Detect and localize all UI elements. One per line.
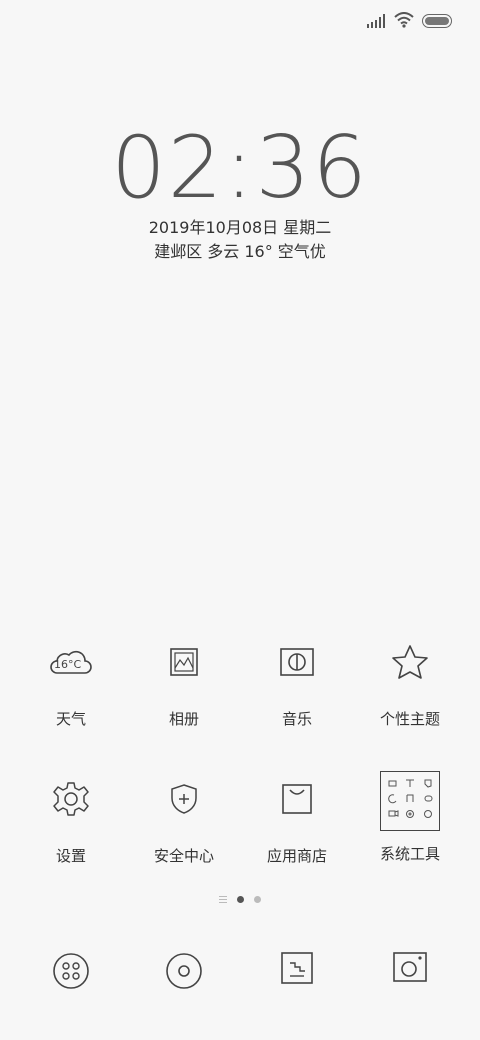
- shield-icon: [170, 783, 198, 819]
- dock-browser[interactable]: [237, 952, 357, 988]
- page-indicator[interactable]: [0, 896, 480, 903]
- app-label: 相册: [168, 710, 199, 728]
- app-label: 系统工具: [379, 845, 440, 863]
- app-gallery[interactable]: 相册: [124, 632, 244, 729]
- app-themes[interactable]: 个性主题: [350, 632, 470, 729]
- home-screen: 02:36 2019年10月08日 星期二 建邺区 多云 16° 空气优 16°…: [0, 0, 480, 1040]
- status-bar: [0, 0, 480, 40]
- minus-one-screen-indicator: [219, 896, 227, 903]
- dock-messages[interactable]: [124, 952, 244, 994]
- app-label: 音乐: [281, 710, 312, 728]
- app-music[interactable]: 音乐: [237, 632, 357, 729]
- date-text: 2019年10月08日 星期二: [148, 218, 332, 237]
- star-icon: [391, 644, 429, 684]
- camera-icon: [393, 952, 427, 986]
- app-settings[interactable]: 设置: [11, 769, 131, 866]
- weather-summary: 建邺区 多云 16° 空气优: [154, 242, 326, 261]
- app-label: 天气: [55, 710, 86, 728]
- browser-icon: [281, 952, 313, 988]
- folder-system-tools[interactable]: 系统工具: [350, 769, 470, 864]
- dock-camera[interactable]: [350, 952, 470, 986]
- app-label: 安全中心: [153, 847, 214, 865]
- music-icon: [280, 648, 314, 680]
- app-store[interactable]: 应用商店: [237, 769, 357, 866]
- wifi-icon: [394, 12, 414, 32]
- app-weather[interactable]: 16°C 天气: [11, 632, 131, 729]
- gallery-icon: [170, 648, 198, 680]
- page-dot-active: [237, 896, 244, 903]
- app-label: 应用商店: [266, 847, 327, 865]
- dialpad-icon: [52, 952, 90, 994]
- clock-time[interactable]: 02:36: [0, 118, 480, 218]
- weather-icon: 16°C: [49, 646, 93, 682]
- battery-icon: [422, 13, 452, 32]
- signal-icon: [366, 13, 386, 32]
- weather-icon-temp: 16°C: [54, 658, 81, 671]
- shopping-bag-icon: [282, 784, 312, 818]
- app-security-center[interactable]: 安全中心: [124, 769, 244, 866]
- app-label: 个性主题: [379, 710, 440, 728]
- page-dot: [254, 896, 261, 903]
- gear-icon: [53, 781, 89, 821]
- tools-folder-icon: [385, 776, 435, 826]
- dock-phone[interactable]: [11, 952, 131, 994]
- app-label: 设置: [55, 847, 86, 865]
- message-circle-icon: [165, 952, 203, 994]
